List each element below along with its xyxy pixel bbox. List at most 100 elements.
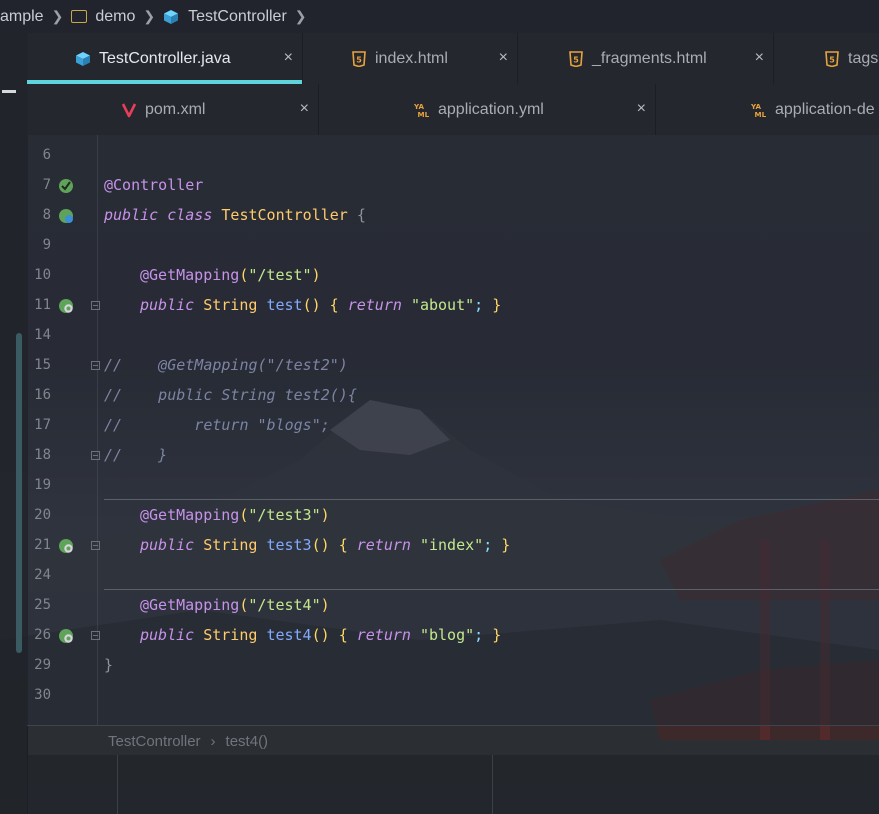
- code-line: 29 }: [27, 651, 879, 681]
- code-text: @GetMapping("/test4"): [140, 596, 330, 614]
- line-number: 14: [34, 327, 51, 343]
- fold-toggle[interactable]: [91, 301, 100, 310]
- code-line: 9: [27, 231, 879, 261]
- yaml-icon: YA ML: [751, 102, 767, 119]
- line-number: 9: [42, 237, 51, 253]
- tab-testcontroller-java[interactable]: TestController.java ×: [27, 33, 303, 84]
- code-line: 15 // @GetMapping("/test2"): [27, 351, 879, 381]
- code-line: 16 // public String test2(){: [27, 381, 879, 411]
- line-number: 8: [42, 207, 51, 223]
- code-line: 14: [27, 321, 879, 351]
- line-number: 21: [34, 537, 51, 553]
- tab-label: index.html: [375, 49, 448, 67]
- svg-text:ML: ML: [755, 110, 767, 119]
- code-breadcrumb-method[interactable]: test4(): [226, 733, 269, 750]
- minimize-icon[interactable]: [2, 90, 16, 93]
- line-number: 20: [34, 507, 51, 523]
- java-class-icon: [164, 9, 179, 24]
- line-number: 17: [34, 417, 51, 433]
- code-editor[interactable]: 6 7 @Controller 8 public class TestContr…: [27, 135, 879, 725]
- html5-icon: 5: [824, 50, 840, 67]
- panel-divider: [492, 755, 493, 814]
- html5-icon: 5: [351, 50, 367, 67]
- close-icon[interactable]: ×: [284, 49, 293, 67]
- code-line: 19: [27, 471, 879, 501]
- svg-text:5: 5: [829, 55, 835, 64]
- tab-label: TestController.java: [99, 49, 231, 67]
- tab-tags[interactable]: 5 tags: [774, 33, 879, 84]
- method-separator: [104, 499, 879, 500]
- tab-index-html[interactable]: 5 index.html ×: [303, 33, 518, 84]
- code-text: public String test3() { return "index"; …: [140, 536, 511, 554]
- chevron-right-icon: ❯: [294, 8, 307, 24]
- breadcrumb-label: TestController: [188, 7, 287, 25]
- web-endpoint-icon[interactable]: [58, 628, 74, 644]
- line-number: 16: [34, 387, 51, 403]
- breadcrumb-label: ample: [0, 7, 44, 25]
- code-line: 7 @Controller: [27, 171, 879, 201]
- code-breadcrumb: TestController › test4(): [27, 725, 879, 756]
- code-text: public String test4() { return "blog"; }: [140, 626, 502, 644]
- fold-toggle[interactable]: [91, 631, 100, 640]
- annotation-controller: @Controller: [104, 176, 204, 194]
- code-text: }: [104, 656, 114, 674]
- method-separator: [104, 589, 879, 590]
- tab-label: application.yml: [438, 100, 544, 118]
- tab-pom-xml[interactable]: pom.xml ×: [27, 84, 319, 135]
- breadcrumb-item-project[interactable]: ample: [0, 8, 44, 26]
- line-number: 29: [34, 657, 51, 673]
- chevron-right-icon: ›: [210, 732, 216, 750]
- svg-text:5: 5: [356, 55, 362, 64]
- web-endpoint-icon[interactable]: [58, 298, 74, 314]
- yaml-icon: YA ML: [414, 102, 430, 119]
- code-line: 18 // }: [27, 441, 879, 471]
- left-tool-strip: [0, 33, 28, 814]
- folder-icon: [71, 10, 88, 23]
- close-icon[interactable]: ×: [499, 49, 508, 67]
- close-icon[interactable]: ×: [300, 100, 309, 118]
- comment-text: // }: [104, 446, 168, 464]
- maven-icon: [121, 102, 137, 118]
- tab-application-yml[interactable]: YA ML application.yml ×: [319, 84, 656, 135]
- code-text: public class TestController {: [104, 206, 366, 224]
- spring-bean-icon[interactable]: [58, 208, 74, 224]
- web-endpoint-icon[interactable]: [58, 538, 74, 554]
- code-line: 30: [27, 681, 879, 711]
- line-number: 26: [34, 627, 51, 643]
- code-line: 10 @GetMapping("/test"): [27, 261, 879, 291]
- code-line: 24: [27, 561, 879, 591]
- line-number: 30: [34, 687, 51, 703]
- tab-label: tags: [848, 49, 879, 67]
- tab-fragments-html[interactable]: 5 _fragments.html ×: [518, 33, 774, 84]
- breadcrumb-item-testcontroller[interactable]: TestController: [163, 8, 287, 26]
- structure-indicator: [16, 333, 22, 653]
- code-breadcrumb-class[interactable]: TestController: [108, 733, 201, 750]
- line-number: 15: [34, 357, 51, 373]
- editor-tabs-row-1: TestController.java × 5 index.html × 5 _…: [27, 33, 879, 84]
- code-line: 11 public String test() { return "about"…: [27, 291, 879, 321]
- fold-toggle[interactable]: [91, 451, 100, 460]
- line-number: 6: [42, 147, 51, 163]
- close-icon[interactable]: ×: [755, 49, 764, 67]
- tab-application-dev[interactable]: YA ML application-de: [656, 84, 879, 135]
- tab-label: application-de: [775, 100, 875, 118]
- breadcrumb-label: demo: [95, 7, 136, 25]
- svg-text:5: 5: [573, 55, 579, 64]
- navigation-breadcrumb: ample ❯ demo ❯ TestController ❯: [0, 0, 879, 33]
- fold-toggle[interactable]: [91, 541, 100, 550]
- spring-bean-icon[interactable]: [58, 178, 74, 194]
- code-text: public String test() { return "about"; }: [140, 296, 502, 314]
- chevron-right-icon: ❯: [143, 8, 156, 24]
- fold-toggle[interactable]: [91, 361, 100, 370]
- svg-text:ML: ML: [418, 110, 430, 119]
- code-line: 21 public String test3() { return "index…: [27, 531, 879, 561]
- line-number: 24: [34, 567, 51, 583]
- editor-tabs-row-2: pom.xml × YA ML application.yml × YA ML ap…: [27, 84, 879, 135]
- breadcrumb-item-demo[interactable]: demo: [71, 8, 135, 26]
- line-number: 11: [34, 297, 51, 313]
- close-icon[interactable]: ×: [637, 100, 646, 118]
- code-text: @GetMapping("/test3"): [140, 506, 330, 524]
- tab-label: pom.xml: [145, 100, 206, 118]
- panel-divider: [117, 755, 118, 814]
- html5-icon: 5: [568, 50, 584, 67]
